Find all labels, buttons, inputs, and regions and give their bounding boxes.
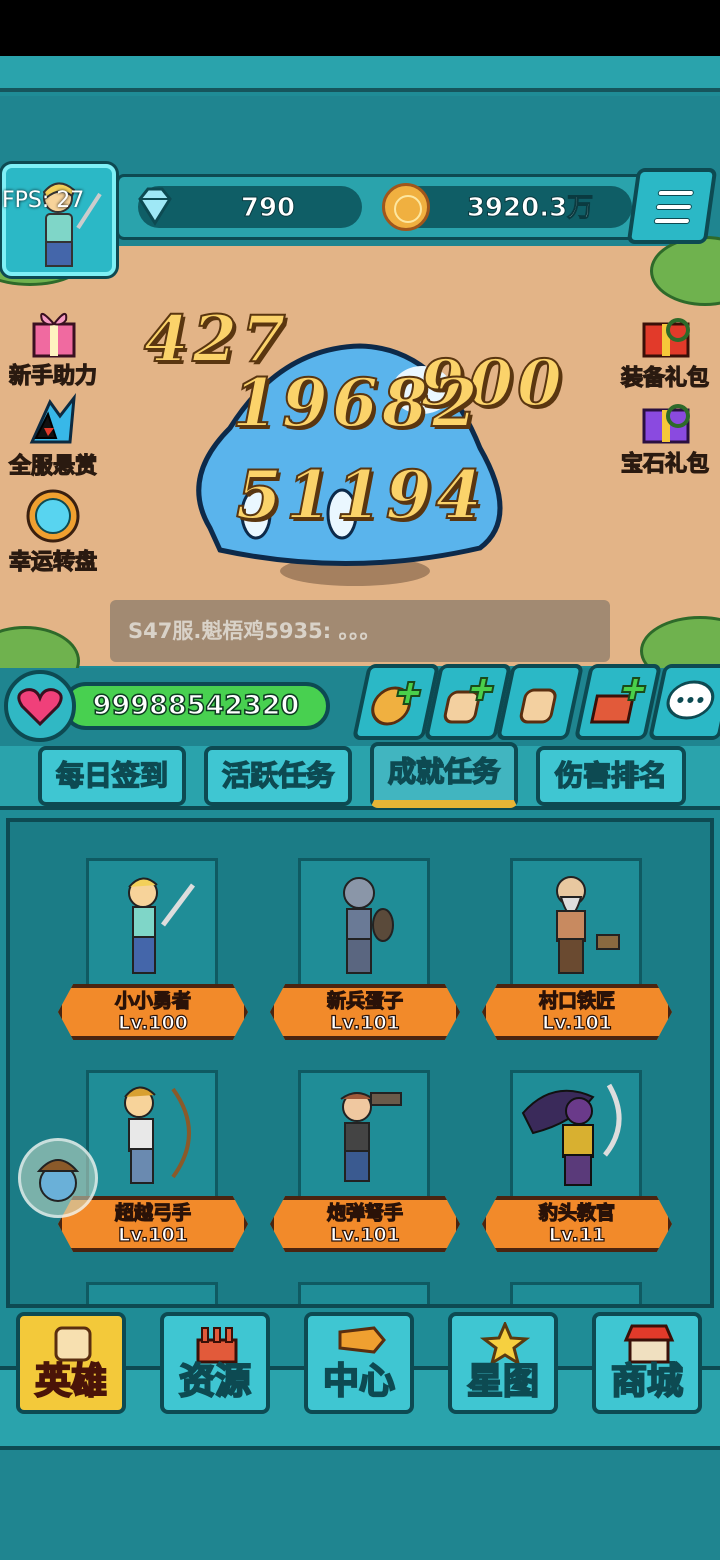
damage-number: 19682 (231, 363, 482, 443)
swordsman-icon (128, 877, 195, 974)
blacksmith-icon (556, 876, 620, 974)
archer-icon (124, 1086, 191, 1184)
gem-gift-icon (642, 404, 690, 444)
crossbow-icon (340, 1092, 402, 1182)
hero-card[interactable] (58, 1282, 248, 1304)
chat-message[interactable]: S47服.魁梧鸡5935: 。。。 (110, 600, 610, 662)
player-avatar[interactable] (2, 164, 116, 276)
menu-icon (653, 218, 691, 224)
hero-name: 豹头教官 (538, 1201, 615, 1224)
hero-level: Lv.100 (117, 1011, 188, 1034)
hp-value: 99988542320 (92, 689, 300, 722)
fist-plus-icon (443, 677, 495, 724)
diamond-icon (138, 187, 172, 226)
hero-card[interactable] (270, 1282, 460, 1304)
hero-grid: 小小勇者 Lv.100 新兵蛋子 Lv.101 村口铁匠 Lv.101 超越弓手… (6, 818, 714, 1308)
nav-shop[interactable]: 商城 (592, 1312, 702, 1414)
gold-coin-icon (382, 183, 430, 231)
hero-card[interactable]: 小小勇者 Lv.100 (58, 858, 248, 1058)
bush-decoration (650, 236, 720, 306)
hero-portrait (510, 1282, 642, 1304)
chest-plus-icon (589, 677, 647, 724)
hero-card[interactable]: 村口铁匠 Lv.101 (482, 858, 672, 1058)
floating-pet-button[interactable] (18, 1138, 98, 1218)
hero-portrait (298, 1282, 430, 1304)
status-bar (0, 0, 720, 56)
coin-plus-icon (371, 681, 422, 726)
gem-pack-label: 宝石礼包 (620, 451, 709, 477)
gift-icon (32, 313, 76, 358)
lucky-wheel-label: 幸运转盘 (8, 549, 97, 575)
tab-achievement-tasks[interactable]: 成就任务 (370, 742, 518, 808)
nav-label: 星图 (466, 1360, 540, 1403)
bottom-bar (0, 1446, 720, 1560)
menu-icon (657, 190, 695, 196)
bounty-icon (29, 393, 76, 444)
equipment-gift-icon (642, 318, 690, 358)
hero-card[interactable] (482, 1282, 672, 1304)
tab-daily-signin[interactable]: 每日签到 (38, 746, 186, 806)
server-bounty-label: 全服悬赏 (8, 453, 97, 479)
server-bounty-button[interactable]: 全服悬赏 (0, 392, 108, 480)
hero-level: Lv.101 (541, 1011, 612, 1034)
nav-label: 商城 (610, 1360, 684, 1403)
hero-card[interactable]: 新兵蛋子 Lv.101 (270, 858, 460, 1058)
newbie-help-label: 新手助力 (8, 363, 97, 389)
tab-damage-ranking[interactable]: 伤害排名 (536, 746, 686, 806)
wheel-icon (26, 489, 80, 543)
tab-active-tasks[interactable]: 活跃任务 (204, 746, 352, 806)
heart-icon (4, 670, 76, 742)
menu-icon (655, 204, 693, 210)
fps-counter: FPS: 27 (2, 188, 85, 213)
soldier-icon (343, 877, 394, 974)
fist-icon (519, 688, 557, 724)
nav-label: 中心 (322, 1360, 396, 1403)
nav-star-map[interactable]: 星图 (448, 1312, 558, 1414)
gold-value: 3920.3万 (466, 193, 594, 224)
nav-resources[interactable]: 资源 (160, 1312, 270, 1414)
hero-card[interactable]: 豹头教官 Lv.11 (482, 1070, 672, 1270)
pet-icon (36, 1159, 80, 1202)
nav-center[interactable]: 中心 (304, 1312, 414, 1414)
nav-label: 资源 (178, 1360, 252, 1403)
chat-bubble-icon (666, 680, 715, 720)
hero-level: Lv.101 (329, 1223, 400, 1246)
hero-level: Lv.101 (117, 1223, 188, 1246)
newbie-help-button[interactable]: 新手助力 (0, 302, 108, 390)
gem-value: 790 (240, 193, 296, 224)
hero-level: Lv.101 (329, 1011, 400, 1034)
hero-name: 小小勇者 (114, 989, 191, 1012)
hero-name: 炮弹弩手 (326, 1201, 403, 1224)
hero-name: 村口铁匠 (538, 989, 615, 1012)
hero-portrait (86, 1282, 218, 1304)
menu-button[interactable] (626, 168, 718, 244)
panther-icon (521, 1083, 622, 1186)
hero-level: Lv.11 (548, 1223, 606, 1246)
gem-pack-button[interactable]: 宝石礼包 (610, 390, 720, 478)
hero-card[interactable]: 炮弹弩手 Lv.101 (270, 1070, 460, 1270)
nav-label: 英雄 (34, 1360, 108, 1403)
damage-number: 51194 (235, 455, 486, 535)
game-screen: FPS: 27 790 3920.3万 新手助力 全服悬赏 幸运转盘 装备礼包 … (0, 56, 720, 1560)
top-frame (0, 56, 720, 92)
nav-heroes[interactable]: 英雄 (16, 1312, 126, 1414)
equipment-pack-label: 装备礼包 (620, 365, 709, 391)
equipment-pack-button[interactable]: 装备礼包 (610, 304, 720, 392)
lucky-wheel-button[interactable]: 幸运转盘 (0, 488, 108, 576)
hero-name: 新兵蛋子 (326, 989, 403, 1012)
